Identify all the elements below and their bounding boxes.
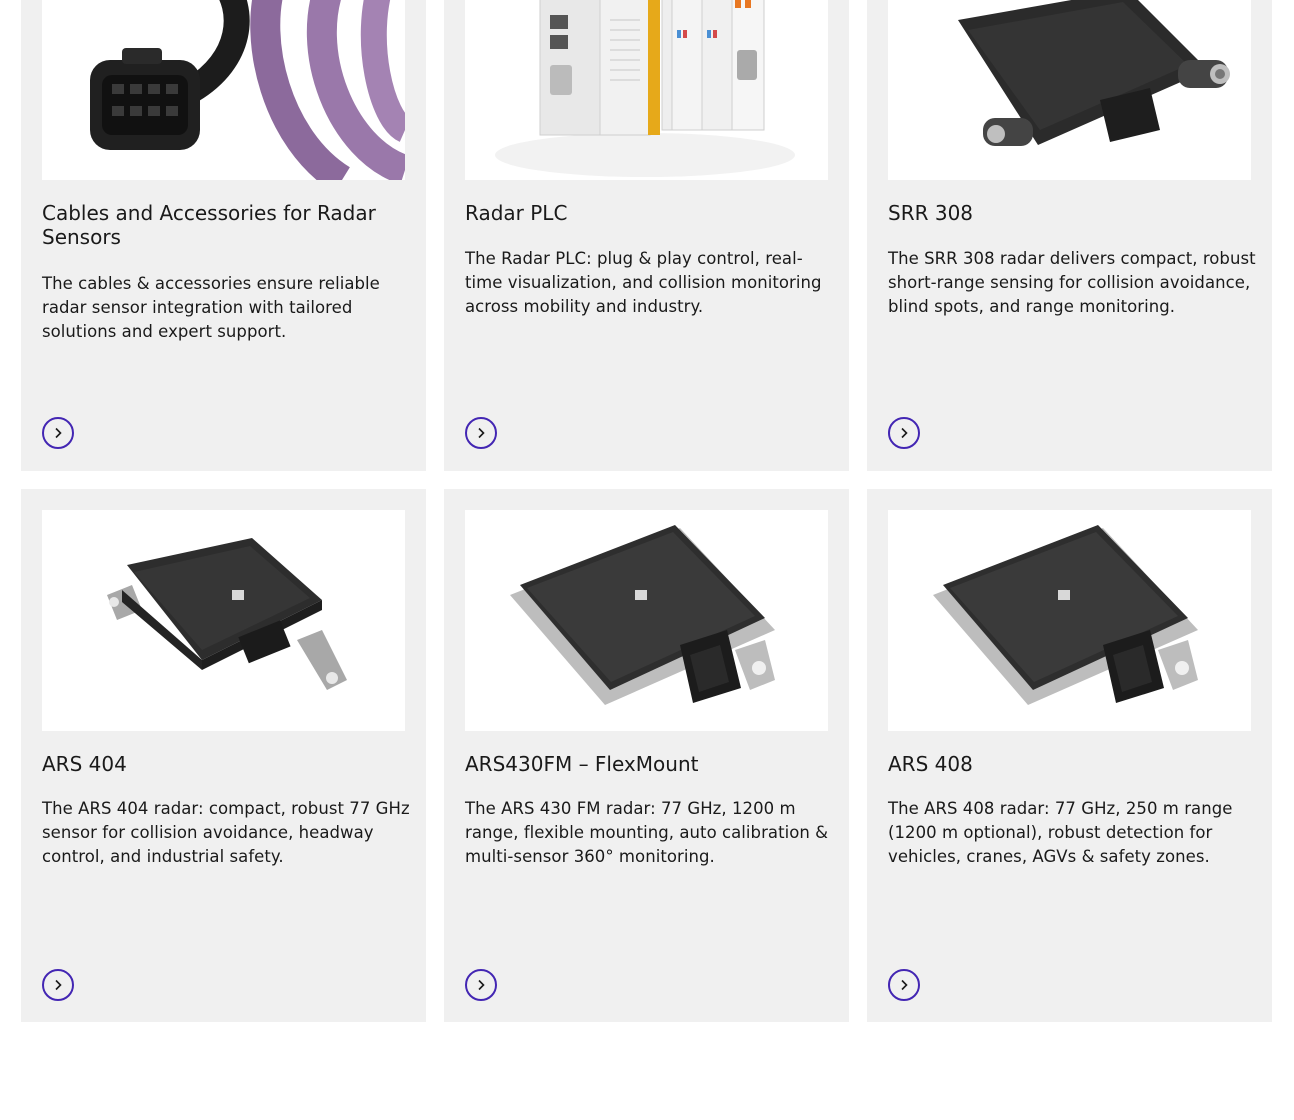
card-more-button[interactable] [42,969,74,1001]
chevron-right-icon [901,427,908,439]
card-description: The SRR 308 radar delivers compact, robu… [888,249,1256,316]
card-more-button[interactable] [888,417,920,449]
product-card-ars-408[interactable]: ARS 408 The ARS 408 radar: 77 GHz, 250 m… [867,489,1272,1022]
card-more-button[interactable] [465,417,497,449]
product-card-radar-plc[interactable]: Radar PLC The Radar PLC: plug & play con… [444,0,849,471]
card-title: ARS430FM – FlexMount [465,752,699,776]
chevron-right-icon [478,979,485,991]
radar-cable-connector-image [42,0,405,180]
card-description: The ARS 430 FM radar: 77 GHz, 1200 m ran… [465,799,829,866]
ars-408-sensor-image [888,510,1251,731]
chevron-right-icon [55,427,62,439]
product-card-ars-404[interactable]: ARS 404 The ARS 404 radar: compact, robu… [21,489,426,1022]
product-card-ars430fm[interactable]: ARS430FM – FlexMount The ARS 430 FM rada… [444,489,849,1022]
card-more-button[interactable] [888,969,920,1001]
card-description: The cables & accessories ensure reliable… [42,274,380,341]
card-title: ARS 404 [42,752,127,776]
card-more-button[interactable] [465,969,497,1001]
card-description: The ARS 408 radar: 77 GHz, 250 m range (… [888,799,1233,866]
srr-308-sensor-image [888,0,1251,180]
ars430fm-sensor-image [465,510,828,731]
chevron-right-icon [55,979,62,991]
card-title: Radar PLC [465,201,568,225]
card-description: The Radar PLC: plug & play control, real… [465,249,822,316]
product-card-srr-308[interactable]: SRR 308 The SRR 308 radar delivers compa… [867,0,1272,471]
card-title: SRR 308 [888,201,974,225]
product-card-cables[interactable]: Cables and Accessories for Radar Sensors… [21,0,426,471]
card-description: The ARS 404 radar: compact, robust 77 GH… [42,799,410,866]
ars-404-sensor-image [42,510,405,731]
chevron-right-icon [901,979,908,991]
card-title: Cables and Accessories for Radar Sensors [42,201,376,249]
card-more-button[interactable] [42,417,74,449]
chevron-right-icon [478,427,485,439]
radar-plc-modules-image [465,0,828,180]
card-title: ARS 408 [888,752,973,776]
